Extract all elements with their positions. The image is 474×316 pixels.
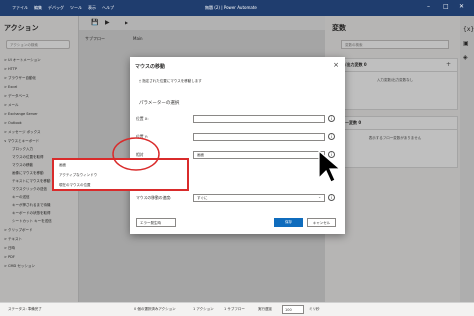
subflow-count: 1 サブフロー [224, 307, 245, 311]
save-button[interactable]: 保存 [274, 218, 303, 227]
menu-help[interactable]: ヘルプ [102, 5, 114, 11]
x-field[interactable] [193, 115, 325, 123]
menu-debug[interactable]: デバッグ [48, 5, 64, 11]
relative-select[interactable]: 画面⌄ [193, 151, 325, 159]
menu-file[interactable]: ファイル [12, 5, 28, 11]
close-window-icon[interactable]: ✕ [459, 3, 464, 10]
action-count: 1 アクション [193, 307, 214, 311]
info-icon[interactable]: i [328, 194, 335, 201]
red-circle-highlight [112, 137, 160, 171]
window-title: 無題 (2) | Power Automate [205, 5, 257, 10]
x-label: 位置 X: [136, 116, 149, 121]
title-bar: ファイル 編集 デバッグ ツール 表示 ヘルプ 無題 (2) | Power A… [0, 0, 474, 16]
maximize-icon[interactable]: □ [443, 3, 449, 10]
info-icon[interactable]: i [328, 115, 335, 122]
delay-unit: ミリ秒 [309, 307, 320, 311]
error-handling-button[interactable]: エラー発生時 [136, 218, 176, 227]
speed-label: マウスの移動の速度: [136, 195, 172, 200]
speed-select[interactable]: すぐに ⌄ [193, 194, 325, 202]
menu-edit[interactable]: 編集 [34, 5, 42, 11]
dropdown-option-screen[interactable]: 画面 [59, 163, 66, 168]
move-mouse-dialog: マウスの移動 × 🖱 指定された位置にマウスを移動します パラメーターの選択 位… [130, 57, 345, 234]
menu-view[interactable]: 表示 [88, 5, 96, 11]
menu-tools[interactable]: ツール [70, 5, 82, 11]
minimize-icon[interactable]: – [427, 3, 430, 10]
run-delay-label: 実行遅延 [258, 307, 272, 311]
dialog-title: マウスの移動 [135, 64, 166, 70]
dropdown-option-active-window[interactable]: アクティブなウィンドウ [59, 173, 97, 178]
menu-bar: ファイル 編集 デバッグ ツール 表示 ヘルプ [12, 5, 114, 11]
status-text: ステータス: 準備完了 [8, 307, 42, 311]
chevron-down-icon: ⌄ [318, 195, 321, 199]
annotation-circle [112, 137, 160, 171]
selected-count: 0 個の選択済みアクション [134, 307, 176, 311]
cancel-button[interactable]: キャンセル [307, 218, 336, 227]
y-field[interactable] [193, 133, 325, 141]
dialog-description: 🖱 指定された位置にマウスを移動します [139, 79, 202, 83]
status-bar: ステータス: 準備完了 0 個の選択済みアクション 1 アクション 1 サブフロ… [0, 302, 474, 316]
params-header: パラメーターの選択 [139, 101, 180, 106]
info-icon[interactable]: i [328, 133, 335, 140]
close-icon[interactable]: × [333, 61, 339, 69]
run-delay-input[interactable]: 100 [282, 305, 304, 314]
dropdown-option-mouse-position[interactable]: 現在のマウスの位置 [59, 183, 91, 188]
mouse-cursor-icon [318, 150, 342, 183]
